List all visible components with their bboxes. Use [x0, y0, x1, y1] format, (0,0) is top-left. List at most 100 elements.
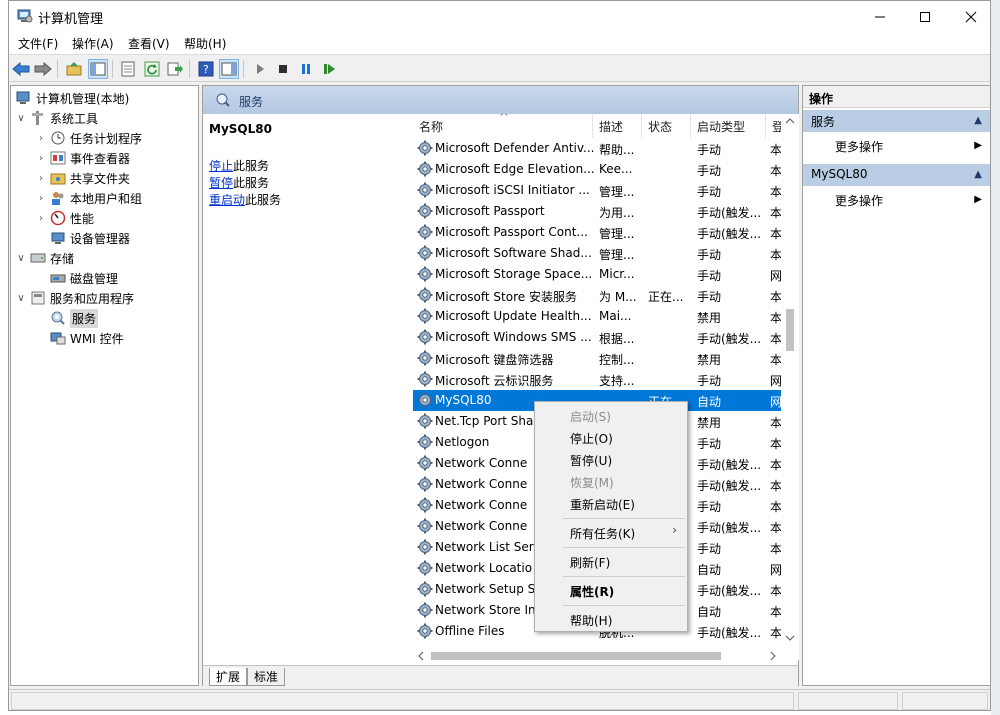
status-cell-3 — [902, 692, 988, 710]
close-button[interactable] — [948, 1, 990, 32]
column-header-status[interactable]: 状态 — [642, 114, 691, 138]
service-startup-type: 手动 — [697, 542, 722, 556]
tree-item-services[interactable]: 服务 — [47, 308, 99, 328]
table-row[interactable]: Microsoft Storage Space... Micr... 手动网 — [413, 264, 783, 285]
chevron-right-icon[interactable]: › — [35, 213, 47, 224]
scroll-left-icon[interactable] — [417, 651, 425, 661]
ctx-resume[interactable]: 恢复(M) — [570, 474, 614, 491]
table-row[interactable]: Microsoft Passport 为用... 手动(触发... 本 — [413, 201, 783, 222]
more-actions-mysql80[interactable]: 更多操作 — [835, 192, 883, 209]
stop-service-link[interactable]: 停止 — [209, 159, 233, 173]
tab-standard[interactable]: 标准 — [247, 668, 286, 686]
service-gear-icon — [417, 602, 433, 618]
export-list-button[interactable] — [165, 59, 185, 79]
scroll-up-icon[interactable] — [785, 117, 795, 125]
tree-item-services-apps[interactable]: ∨ 服务和应用程序 — [15, 288, 134, 308]
restart-service-link[interactable]: 重启动 — [209, 193, 245, 207]
tab-extended[interactable]: 扩展 — [209, 668, 248, 686]
forward-button[interactable] — [33, 59, 53, 79]
ctx-stop[interactable]: 停止(O) — [570, 430, 613, 447]
table-row[interactable]: Microsoft iSCSI Initiator ... 管理... 手动本 — [413, 180, 783, 201]
chevron-down-icon[interactable]: ∨ — [15, 293, 27, 304]
service-gear-icon — [417, 371, 433, 387]
show-hide-tree-button[interactable] — [88, 59, 108, 79]
actions-section-services[interactable]: 服务 ▲ — [803, 110, 990, 132]
status-cell-2 — [798, 692, 898, 710]
refresh-button[interactable] — [142, 59, 162, 79]
table-row[interactable]: Microsoft Windows SMS ... 根据... 手动(触发... 本 — [413, 327, 783, 348]
chevron-right-icon[interactable]: › — [35, 133, 47, 144]
up-level-button[interactable] — [64, 59, 84, 79]
restart-service-button[interactable] — [319, 59, 339, 79]
minimize-button[interactable] — [857, 1, 903, 32]
service-gear-icon — [417, 476, 433, 492]
tree-item-computer-management[interactable]: 计算机管理(本地) — [13, 88, 129, 108]
vertical-scrollbar[interactable] — [781, 114, 799, 649]
table-row[interactable]: Microsoft 键盘筛选器 控制... 禁用本 — [413, 348, 783, 369]
properties-toolbar-button[interactable] — [118, 59, 138, 79]
tree-item-shared-folders[interactable]: › 共享文件夹 — [35, 168, 130, 188]
tree-item-wmi[interactable]: WMI 控件 — [47, 328, 124, 348]
tree-item-performance[interactable]: › 性能 — [35, 208, 94, 228]
service-gear-icon — [417, 182, 433, 198]
help-toolbar-button[interactable]: ? — [196, 59, 216, 79]
tree-item-local-users[interactable]: › 本地用户和组 — [35, 188, 142, 208]
menu-view[interactable]: 查看(V) — [128, 35, 170, 52]
stop-service-button[interactable] — [273, 59, 293, 79]
menu-file[interactable]: 文件(F) — [18, 35, 58, 52]
vertical-scroll-thumb[interactable] — [786, 309, 794, 351]
tree-item-system-tools[interactable]: ∨ 系统工具 — [15, 108, 98, 128]
tree-item-task-scheduler[interactable]: › 任务计划程序 — [35, 128, 142, 148]
back-button[interactable] — [11, 59, 31, 79]
ctx-help[interactable]: 帮助(H) — [570, 612, 612, 629]
table-row[interactable]: Microsoft 云标识服务 支持... 手动网 — [413, 369, 783, 390]
horizontal-scrollbar[interactable] — [413, 647, 781, 665]
scroll-right-icon[interactable] — [769, 651, 777, 661]
tree-item-disk-management[interactable]: 磁盘管理 — [47, 268, 118, 288]
maximize-button[interactable] — [902, 1, 948, 32]
ctx-restart[interactable]: 重新启动(E) — [570, 496, 635, 513]
collapse-up-icon[interactable]: ▲ — [974, 115, 982, 126]
chevron-down-icon[interactable]: ∨ — [15, 113, 27, 124]
scroll-down-icon[interactable] — [785, 634, 795, 642]
service-gear-icon — [417, 350, 433, 366]
chevron-down-icon[interactable]: ∨ — [15, 253, 27, 264]
tree-item-storage[interactable]: ∨ 存储 — [15, 248, 74, 268]
more-actions-services[interactable]: 更多操作 — [835, 138, 883, 155]
chevron-right-icon[interactable]: › — [35, 193, 47, 204]
collapse-up-icon[interactable]: ▲ — [974, 169, 982, 180]
start-service-button[interactable] — [250, 59, 270, 79]
actions-section-mysql80[interactable]: MySQL80 ▲ — [803, 164, 990, 186]
action-pane-toggle-button[interactable] — [219, 59, 239, 79]
service-gear-icon — [417, 245, 433, 261]
pause-service-link[interactable]: 暂停 — [209, 176, 233, 190]
shared-folders-icon — [50, 170, 66, 186]
horizontal-scroll-thumb[interactable] — [431, 652, 721, 660]
ctx-refresh[interactable]: 刷新(F) — [570, 554, 610, 571]
chevron-right-icon[interactable]: › — [35, 153, 47, 164]
service-name: Microsoft Passport Cont... — [435, 225, 588, 239]
ctx-properties[interactable]: 属性(R) — [570, 583, 614, 600]
toolbar: ? — [9, 54, 990, 82]
table-row[interactable]: Microsoft Edge Elevation... Kee... 手动本 — [413, 159, 783, 180]
column-header-startup-type[interactable]: 启动类型 — [691, 114, 766, 138]
ctx-start[interactable]: 启动(S) — [570, 408, 611, 425]
table-row[interactable]: Microsoft Passport Cont... 管理... 手动(触发... 本 — [413, 222, 783, 243]
menu-help[interactable]: 帮助(H) — [184, 35, 226, 52]
table-row[interactable]: Microsoft Store 安装服务为 M... 正在... 手动本 — [413, 285, 783, 306]
table-row[interactable]: Microsoft Defender Antiv... 帮助... 手动本 — [413, 138, 783, 159]
table-row[interactable]: Microsoft Update Health... Mai... 禁用本 — [413, 306, 783, 327]
menu-action[interactable]: 操作(A) — [72, 35, 114, 52]
column-header-name[interactable]: 名称 ^ — [413, 114, 593, 138]
pause-service-button[interactable] — [296, 59, 316, 79]
chevron-right-icon[interactable]: › — [35, 173, 47, 184]
tree-item-event-viewer[interactable]: › 事件查看器 — [35, 148, 130, 168]
table-row[interactable]: Microsoft Software Shad... 管理... 手动本 — [413, 243, 783, 264]
ctx-all-tasks[interactable]: 所有任务(K) — [570, 525, 635, 542]
tree-label: WMI 控件 — [70, 331, 124, 346]
title-bar[interactable]: 计算机管理 — [9, 1, 990, 32]
service-description: 管理... — [599, 227, 635, 241]
tree-item-device-manager[interactable]: 设备管理器 — [47, 228, 130, 248]
column-header-description[interactable]: 描述 — [593, 114, 642, 138]
ctx-pause[interactable]: 暂停(U) — [570, 452, 612, 469]
